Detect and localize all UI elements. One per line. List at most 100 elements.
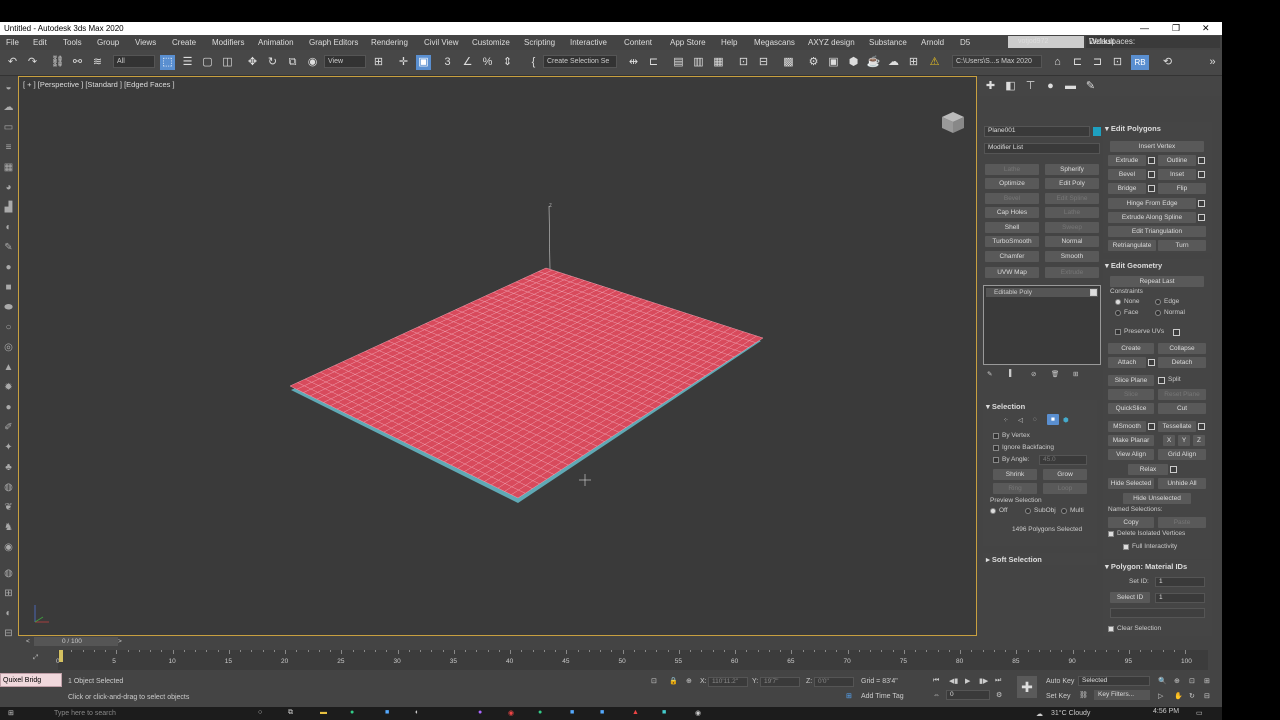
app2-icon[interactable]: ◐ [415,709,419,716]
app6-icon[interactable]: ◉ [695,709,701,717]
repeat-last-button[interactable]: Repeat Last [1110,276,1204,287]
select-id-button[interactable]: Select ID [1110,592,1150,603]
modify-tab-icon[interactable]: ◧ [1003,79,1018,94]
app3-icon[interactable]: ● [478,709,482,716]
layers-tool-icon[interactable]: ≡ [2,142,15,154]
hide-unselected-button[interactable]: Hide Unselected [1123,493,1191,504]
modifier-list-dropdown[interactable]: Modifier List [984,143,1100,154]
current-frame-field[interactable]: 0 [946,690,990,700]
detach-button[interactable]: Detach [1158,357,1206,368]
soft-selection-rollout[interactable]: ▸ Soft Selection [983,553,1097,565]
angle-snap-icon[interactable]: ∠ [460,55,475,70]
time-tag-icon[interactable]: ⊞ [846,692,852,700]
weather-text[interactable]: 31°C Cloudy [1051,710,1090,717]
menu-file[interactable]: File [6,35,19,50]
select-id-spinner[interactable]: 1 [1155,593,1205,603]
isolate-icon[interactable]: ⊡ [651,677,657,685]
y-coordinate-field[interactable]: 19'7" [760,677,800,687]
set-key-big-icon[interactable]: ✚ [1017,676,1037,698]
fov-icon[interactable]: ▷ [1158,692,1163,700]
notification-icon[interactable]: ▭ [1196,709,1203,717]
by-vertex-checkbox[interactable] [993,433,999,439]
key-mode-dropdown[interactable]: Selected [1078,676,1150,686]
zoom-all-icon[interactable]: ⊕ [1174,677,1180,685]
retriangulate-button[interactable]: Retriangulate [1108,240,1156,251]
pan-icon[interactable]: ✋ [1174,692,1183,700]
search-icon[interactable]: ○ [258,709,262,716]
create-tab-icon[interactable]: ✚ [983,79,998,94]
hinge-from-edge-button[interactable]: Hinge From Edge [1108,198,1196,209]
rb-plugin-icon[interactable]: RB [1131,55,1149,70]
next-frame-icon[interactable]: ▮▶ [979,677,988,685]
account-dropdown[interactable]: votjod972 [1008,36,1084,48]
slice-plane-settings-icon[interactable] [1158,377,1165,384]
modifier-button-edit-spline[interactable]: Edit Spline [1045,193,1099,204]
box-tool-icon[interactable]: ■ [2,282,15,294]
edit-triangulation-button[interactable]: Edit Triangulation [1108,226,1206,237]
menu-views[interactable]: Views [135,35,156,50]
edit-named-sel-icon[interactable]: { [526,55,541,70]
named-selection-dropdown[interactable]: Create Selection Se [543,55,617,68]
add-time-tag-button[interactable]: Add Time Tag [861,693,904,700]
manipulate-icon[interactable]: ✛ [396,55,411,70]
collapse-button[interactable]: Collapse [1158,343,1206,354]
border-mode-icon[interactable]: ◌ [1033,416,1037,423]
select-by-name-icon[interactable]: ☰ [180,55,195,70]
mirror-icon[interactable]: ⇹ [626,55,641,70]
motion-tab-icon[interactable]: ● [1043,79,1058,94]
split-label[interactable]: Split [1168,376,1181,383]
task-view-icon[interactable]: ⧉ [288,709,293,717]
menu-customize[interactable]: Customize [472,35,510,50]
spinner-snap-icon[interactable]: ⇕ [500,55,515,70]
goto-start-icon[interactable]: ⏮ [933,677,939,685]
modifier-button-extrude[interactable]: Extrude [1045,267,1099,278]
maximize-viewport-icon[interactable]: ⊟ [1204,692,1210,700]
warning-icon[interactable]: ⚠ [927,55,942,70]
menu-create[interactable]: Create [172,35,196,50]
rect-selection-icon[interactable]: ▢ [200,55,215,70]
goto-end-icon[interactable]: ⏭ [995,677,1001,685]
menu-animation[interactable]: Animation [258,35,294,50]
align-icon[interactable]: ⊏ [646,55,661,70]
menu-scripting[interactable]: Scripting [524,35,555,50]
make-planar-button[interactable]: Make Planar [1108,435,1154,446]
edit-geometry-title[interactable]: ▾ Edit Geometry [1105,261,1162,270]
menu-help[interactable]: Help [721,35,737,50]
by-angle-checkbox[interactable] [993,457,999,463]
photoshop-icon[interactable]: ■ [570,709,574,716]
grid-align-button[interactable]: Grid Align [1158,449,1206,460]
selection-rollout-title[interactable]: ▾ Selection [986,402,1025,411]
transform-mode-icon[interactable]: ⊕ [686,677,692,685]
timeslider-next-icon[interactable]: > [118,638,122,645]
insert-vertex-button[interactable]: Insert Vertex [1110,141,1204,152]
create-button[interactable]: Create [1108,343,1154,354]
material-name-dropdown[interactable] [1110,608,1205,618]
bridge-settings-icon[interactable] [1148,185,1155,192]
extrude-spline-settings-icon[interactable] [1198,214,1205,221]
ribbon-icon[interactable]: ▦ [711,55,726,70]
quickslice-button[interactable]: QuickSlice [1108,403,1154,414]
edge-mode-icon[interactable]: ◁ [1018,416,1023,424]
feather-tool-icon[interactable]: ✐ [2,422,15,434]
maximize-button[interactable]: ❐ [1172,22,1180,35]
app-icon[interactable]: ■ [385,709,389,716]
vertex-mode-icon[interactable]: ⁘ [1003,416,1008,424]
display-tab-icon[interactable]: ▬ [1063,79,1078,94]
chart-tool-icon[interactable]: ▟ [2,202,15,214]
zoom-extents-all-icon[interactable]: ⊞ [1204,677,1210,685]
monitor-tool-icon[interactable]: ▭ [2,122,15,134]
bottom-tool-4-icon[interactable]: ⊟ [2,628,15,640]
shell-tool-icon[interactable]: ◉ [2,542,15,554]
edit-polygons-title[interactable]: ▾ Edit Polygons [1105,124,1161,133]
modifier-button-uvw-map[interactable]: UVW Map [985,267,1039,278]
menu-rendering[interactable]: Rendering [371,35,408,50]
ref-coord-dropdown[interactable]: View [324,55,366,68]
render-frame-icon[interactable]: ▣ [826,55,841,70]
preserve-uvs-checkbox[interactable] [1115,329,1121,335]
modifier-button-shell[interactable]: Shell [985,222,1039,233]
curve-editor-icon[interactable]: ⊡ [736,55,751,70]
stack-item-editable-poly[interactable]: Editable Poly [986,288,1098,297]
hide-selected-button[interactable]: Hide Selected [1108,478,1154,489]
scene-explorer-icon[interactable]: ▤ [671,55,686,70]
inset-settings-icon[interactable] [1198,171,1205,178]
